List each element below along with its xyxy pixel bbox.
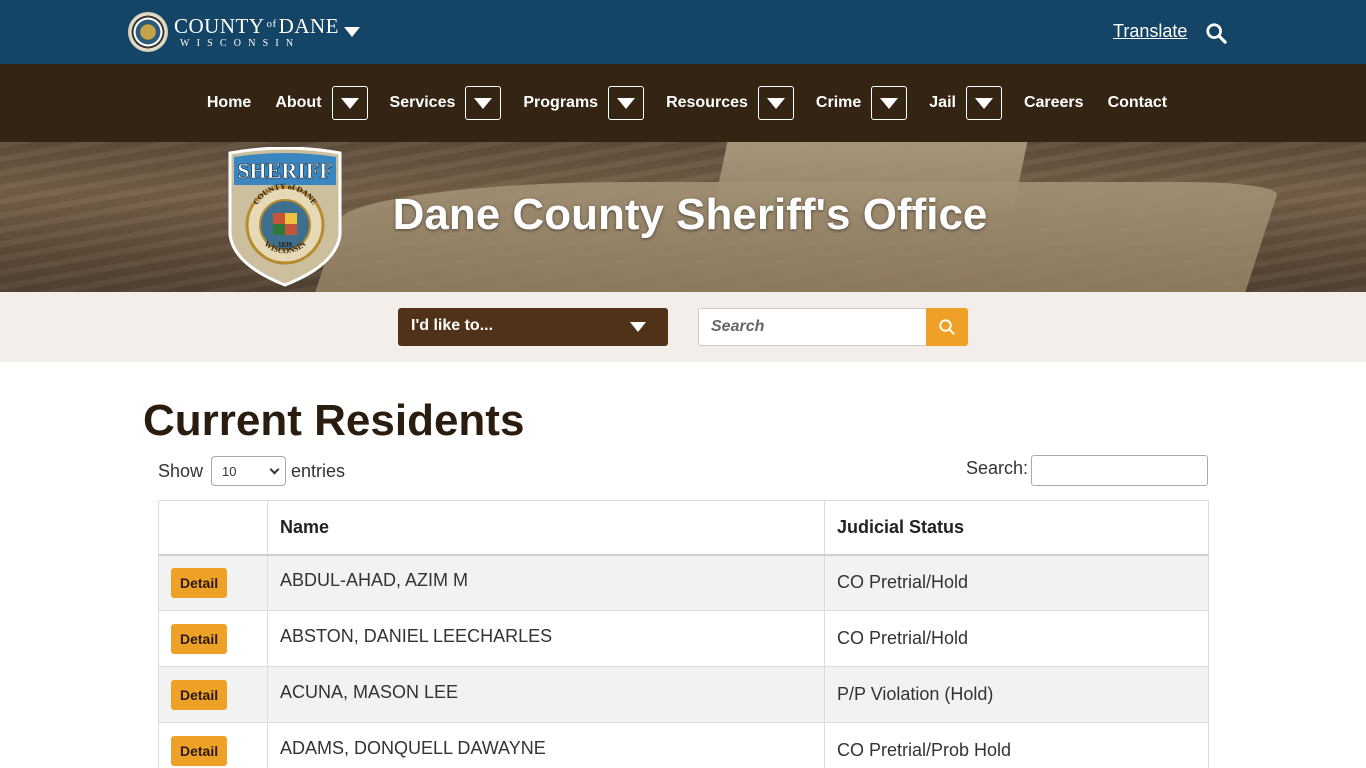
county-state: WISCONSIN: [180, 37, 301, 49]
nav-items: Home About Services Programs Resources Crime J…: [0, 64, 1366, 142]
chevron-down-icon: [617, 97, 636, 109]
badge-top-text: SHERIFF: [237, 158, 332, 183]
table-header-row: Name Judicial Status: [158, 500, 1209, 556]
nav-item-programs: Programs: [517, 86, 648, 120]
nav-dropdown-toggle-services[interactable]: [465, 86, 502, 120]
county-name-of: of: [266, 17, 277, 30]
top-bar: COUNTY ofDANE WISCONSIN Translate: [0, 0, 1366, 64]
resident-name: ABSTON, DANIEL LEECHARLES: [280, 626, 553, 646]
nav-link-contact[interactable]: Contact: [1102, 94, 1174, 112]
page-length-select[interactable]: 10: [211, 456, 287, 486]
site-search-input[interactable]: [698, 308, 926, 346]
nav-link-services[interactable]: Services: [384, 94, 462, 112]
judicial-status: CO Pretrial/Hold: [837, 628, 969, 648]
table-search-input[interactable]: [1031, 455, 1208, 486]
resident-name: ABDUL-AHAD, AZIM M: [280, 570, 469, 591]
nav-link-jail[interactable]: Jail: [923, 94, 962, 112]
nav-item-careers: Careers: [1018, 94, 1090, 112]
page-length-value: 10: [222, 463, 237, 479]
nav-item-jail: Jail: [923, 86, 1006, 120]
detail-button[interactable]: Detail: [171, 623, 228, 654]
nav-item-services: Services: [384, 86, 506, 120]
page-banner-title: Dane County Sheriff's Office: [392, 190, 988, 239]
detail-button[interactable]: Detail: [171, 735, 228, 766]
detail-button[interactable]: Detail: [171, 679, 228, 710]
residents-table-wrapper: Name Judicial Status Detail ABDUL-AHAD, A…: [158, 500, 1209, 768]
nav-link-careers[interactable]: Careers: [1018, 94, 1090, 112]
table-row: Detail ACUNA, MASON LEE P/P Violation (Hol…: [158, 666, 1209, 723]
utility-bar: [0, 292, 1366, 362]
table-row: Detail ABDUL-AHAD, AZIM M CO Pretrial/Hold: [158, 554, 1209, 611]
resident-name: ACUNA, MASON LEE: [280, 682, 459, 702]
action-cell: Detail: [158, 554, 268, 611]
county-name-right: DANE: [278, 13, 339, 38]
county-name-left: COUNTY: [174, 13, 265, 38]
i-would-like-to-label: I'd like to...: [411, 317, 494, 334]
nav-link-resources[interactable]: Resources: [660, 94, 754, 112]
search-icon: [939, 319, 955, 335]
nav-link-about[interactable]: About: [269, 94, 327, 112]
main-navigation: Home About Services Programs Resources Crime J…: [0, 64, 1366, 142]
judicial-status: P/P Violation (Hold): [837, 684, 994, 704]
nav-link-programs[interactable]: Programs: [517, 94, 604, 112]
entries-label: entries: [291, 460, 346, 481]
judicial-status-cell: CO Pretrial/Hold: [824, 554, 1209, 611]
chevron-down-icon: [630, 322, 646, 332]
nav-item-about: About: [269, 86, 371, 120]
nav-dropdown-toggle-crime[interactable]: [871, 86, 908, 120]
county-wordmark: COUNTY ofDANE WISCONSIN: [174, 13, 339, 49]
nav-item-crime: Crime: [810, 86, 911, 120]
detail-button[interactable]: Detail: [171, 567, 228, 598]
column-header-name[interactable]: Name: [267, 500, 825, 556]
badge-year: 1839: [278, 241, 293, 249]
page-title: Current Residents: [143, 396, 525, 445]
i-would-like-to-dropdown[interactable]: I'd like to...: [398, 308, 668, 346]
page-length-control: Show 10 entries: [158, 456, 345, 486]
action-cell: Detail: [158, 610, 268, 667]
name-cell: ABSTON, DANIEL LEECHARLES: [267, 610, 825, 667]
nav-item-contact: Contact: [1102, 94, 1174, 112]
column-header-action[interactable]: [158, 500, 268, 556]
table-row: Detail ABSTON, DANIEL LEECHARLES CO Pretri…: [158, 610, 1209, 667]
resident-name: ADAMS, DONQUELL DAWAYNE: [280, 738, 546, 758]
chevron-down-icon: [974, 97, 993, 109]
column-header-judicial-status[interactable]: Judicial Status: [824, 500, 1209, 556]
chevron-down-icon: [880, 97, 899, 109]
action-cell: Detail: [158, 722, 268, 768]
judicial-status: CO Pretrial/Prob Hold: [837, 740, 1012, 760]
judicial-status-cell: CO Pretrial/Hold: [824, 610, 1209, 667]
nav-dropdown-toggle-about[interactable]: [331, 86, 368, 120]
nav-link-home[interactable]: Home: [201, 94, 257, 112]
nav-dropdown-toggle-programs[interactable]: [608, 86, 645, 120]
residents-table: Name Judicial Status Detail ABDUL-AHAD, A…: [158, 500, 1209, 768]
judicial-status-cell: P/P Violation (Hold): [824, 666, 1209, 723]
county-seal-logo: [128, 12, 168, 52]
name-cell: ABDUL-AHAD, AZIM M: [267, 554, 825, 611]
action-cell: Detail: [158, 666, 268, 723]
search-icon[interactable]: [1205, 22, 1227, 44]
nav-link-crime[interactable]: Crime: [810, 94, 867, 112]
chevron-down-icon: [269, 464, 280, 475]
nav-dropdown-toggle-resources[interactable]: [757, 86, 794, 120]
site-search-button[interactable]: [926, 308, 968, 346]
show-label: Show: [158, 460, 204, 481]
chevron-down-icon: [474, 97, 493, 109]
nav-item-home: Home: [201, 94, 257, 112]
table-body: Detail ABDUL-AHAD, AZIM M CO Pretrial/Hold…: [158, 554, 1209, 768]
judicial-status-cell: CO Pretrial/Prob Hold: [824, 722, 1209, 768]
chevron-down-icon: [340, 97, 359, 109]
name-cell: ACUNA, MASON LEE: [267, 666, 825, 723]
chevron-down-icon: [766, 97, 785, 109]
nav-item-resources: Resources: [660, 86, 798, 120]
nav-dropdown-toggle-jail[interactable]: [965, 86, 1002, 120]
name-cell: ADAMS, DONQUELL DAWAYNE: [267, 722, 825, 768]
chevron-down-icon[interactable]: [344, 27, 360, 37]
table-search-label: Search:: [966, 458, 1029, 478]
translate-link[interactable]: Translate: [1113, 21, 1187, 42]
county-logo-link[interactable]: COUNTY ofDANE WISCONSIN: [128, 12, 339, 52]
judicial-status: CO Pretrial/Hold: [837, 572, 969, 593]
table-row: Detail ADAMS, DONQUELL DAWAYNE CO Pretrial…: [158, 722, 1209, 768]
